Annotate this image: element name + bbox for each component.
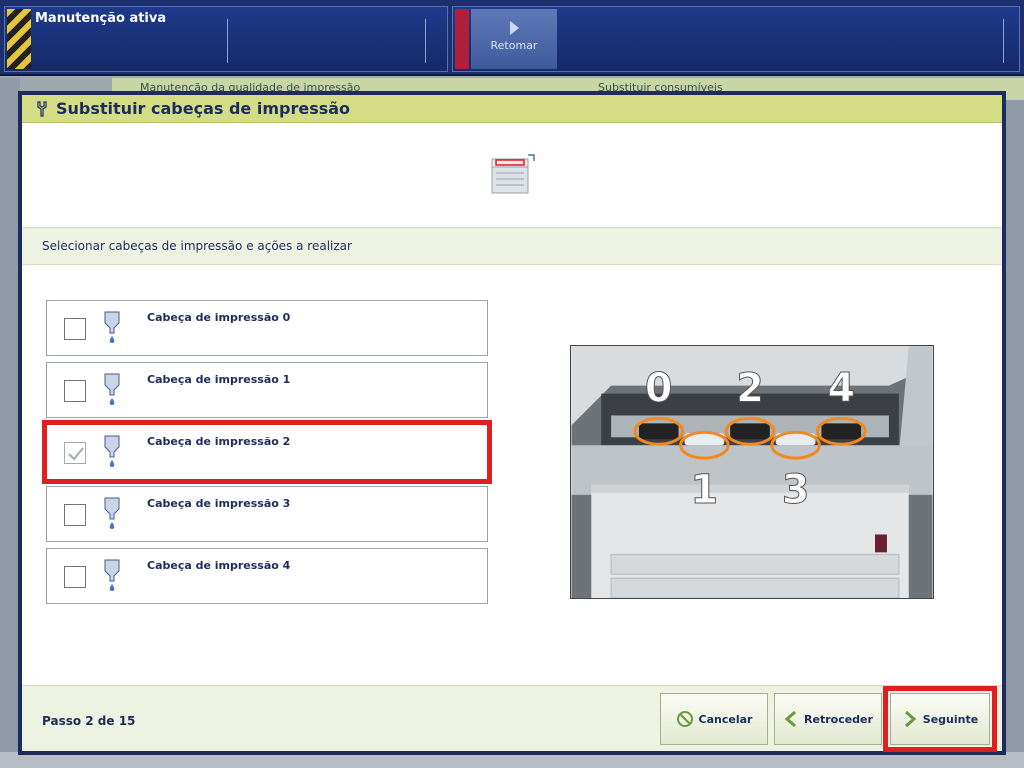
printhead-item-1[interactable]: Cabeça de impressão 1 xyxy=(46,362,488,418)
photo-number-3: 3 xyxy=(782,467,810,513)
maintenance-status-panel: Manutenção ativa xyxy=(4,6,448,72)
step-indicator: Passo 2 de 15 xyxy=(42,714,136,728)
background-right-tabs xyxy=(1004,100,1024,768)
printhead-label: Cabeça de impressão 4 xyxy=(147,559,291,572)
replace-printheads-dialog: Substituir cabeças de impressão Selecion… xyxy=(18,91,1006,755)
printhead-item-0[interactable]: Cabeça de impressão 0 xyxy=(46,300,488,356)
next-button[interactable]: Seguinte xyxy=(883,686,997,752)
divider xyxy=(227,19,228,63)
printhead-item-2[interactable]: Cabeça de impressão 2 xyxy=(42,420,492,484)
printhead-checkbox[interactable] xyxy=(64,442,86,464)
divider xyxy=(425,19,426,63)
photo-number-0: 0 xyxy=(645,366,673,412)
background-left-tabs xyxy=(0,78,20,768)
printhead-drop-icon xyxy=(104,435,120,467)
printhead-checkbox[interactable] xyxy=(64,318,86,340)
divider xyxy=(1003,19,1004,63)
dialog-title: Substituir cabeças de impressão xyxy=(56,99,351,118)
printer-icon xyxy=(491,154,535,194)
printhead-label: Cabeça de impressão 2 xyxy=(147,435,291,448)
printhead-drop-icon xyxy=(104,311,120,343)
resume-label: Retomar xyxy=(490,39,538,52)
status-strip xyxy=(455,9,469,69)
wrench-icon xyxy=(37,100,47,117)
chevron-right-icon xyxy=(904,710,917,728)
top-bar: Manutenção ativa Retomar xyxy=(0,0,1024,76)
hazard-stripe-icon xyxy=(7,9,31,69)
cancel-icon xyxy=(676,711,693,727)
resume-button[interactable]: Retomar xyxy=(471,9,557,69)
cancel-label: Cancelar xyxy=(698,712,753,726)
printhead-label: Cabeça de impressão 1 xyxy=(147,373,291,386)
dialog-footer: Passo 2 de 15 Cancelar Retroceder Seguin… xyxy=(22,685,1002,752)
printhead-list: Cabeça de impressão 0 Cabeça de impressã… xyxy=(42,300,492,610)
section-instruction: Selecionar cabeças de impressão e ações … xyxy=(22,227,1002,265)
photo-number-2: 2 xyxy=(736,366,764,412)
next-label: Seguinte xyxy=(922,712,979,726)
printhead-checkbox[interactable] xyxy=(64,566,86,588)
photo-number-4: 4 xyxy=(827,366,855,412)
printhead-drop-icon xyxy=(104,373,120,405)
printhead-item-4[interactable]: Cabeça de impressão 4 xyxy=(46,548,488,604)
play-icon xyxy=(509,21,519,35)
printhead-label: Cabeça de impressão 3 xyxy=(147,497,291,510)
back-button[interactable]: Retroceder xyxy=(774,693,882,745)
printhead-checkbox[interactable] xyxy=(64,380,86,402)
printhead-label: Cabeça de impressão 0 xyxy=(147,311,291,324)
printhead-drop-icon xyxy=(104,559,120,591)
checkmark-icon xyxy=(68,447,84,461)
chevron-left-icon xyxy=(784,710,797,728)
printhead-item-3[interactable]: Cabeça de impressão 3 xyxy=(46,486,488,542)
maintenance-status-title: Manutenção ativa xyxy=(35,11,167,26)
back-label: Retroceder xyxy=(804,712,873,726)
printer-carriage-photo: 0 1 2 3 4 xyxy=(570,345,934,599)
cancel-button[interactable]: Cancelar xyxy=(660,693,768,745)
printhead-checkbox[interactable] xyxy=(64,504,86,526)
dialog-title-bar: Substituir cabeças de impressão xyxy=(22,95,1002,123)
job-control-panel: Retomar xyxy=(452,6,1020,72)
printhead-drop-icon xyxy=(104,497,120,529)
photo-number-1: 1 xyxy=(691,467,719,513)
